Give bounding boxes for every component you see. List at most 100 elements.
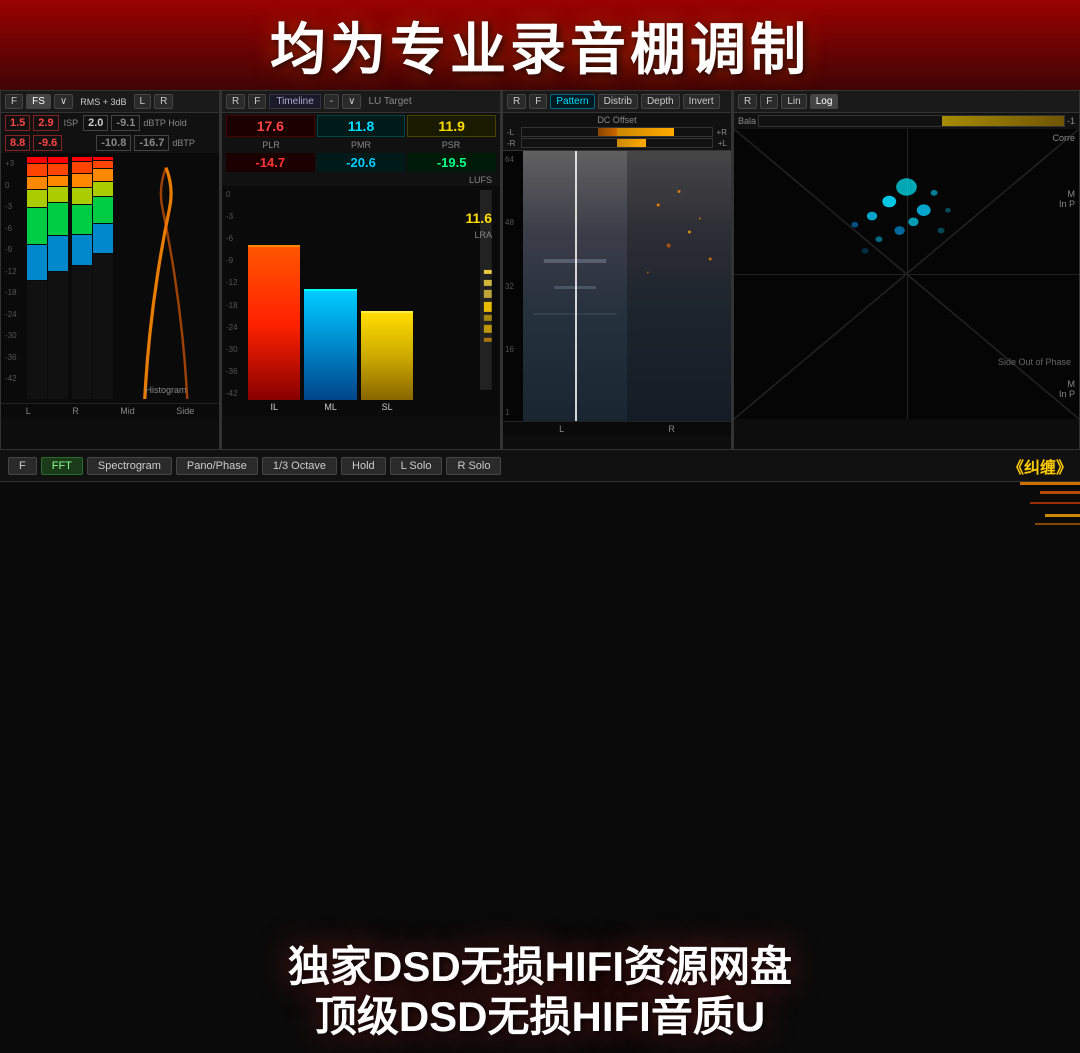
panel2-header: R F Timeline - ∨ LU Target (222, 91, 500, 113)
lra-label: LRA (474, 230, 492, 240)
panel3-pattern[interactable]: Pattern (550, 94, 594, 109)
panel4-btn-lin[interactable]: Lin (781, 94, 806, 109)
val-20: 2.0 (83, 115, 108, 131)
panel1-dropdown[interactable]: ∨ (54, 94, 73, 109)
dc-plus-l: +L (715, 139, 727, 148)
sl-bar-container: SL (361, 190, 413, 412)
bottom-btn-r-solo[interactable]: R Solo (446, 457, 501, 475)
histogram-area: Histogram (117, 157, 215, 399)
scale-p3: +3 (5, 159, 27, 168)
spec-label-r: R (668, 424, 675, 434)
panel-phase: R F Lin Log Bala -1 (733, 90, 1080, 450)
lu-target: LU Target (368, 96, 411, 107)
lufs-val-neg195: -19.5 (407, 153, 496, 172)
sl-bar (361, 311, 413, 400)
promo-line2: 顶级DSD无损HIFI音质U (315, 992, 765, 1042)
ml-label: ML (304, 400, 356, 412)
spectrum-r-col (627, 151, 731, 421)
bottom-btn-octave[interactable]: 1/3 Octave (262, 457, 337, 475)
bottom-btn-l-solo[interactable]: L Solo (390, 457, 443, 475)
panel2-btn-f[interactable]: F (248, 94, 266, 109)
timeline-label: Timeline (269, 94, 320, 109)
scale-n12: -12 (5, 267, 27, 276)
label-mid: Mid (120, 406, 135, 416)
panel2-btn-r[interactable]: R (226, 94, 245, 109)
lufs-val-neg147: -14.7 (226, 153, 315, 172)
bottom-btn-pano-phase[interactable]: Pano/Phase (176, 457, 258, 475)
lufs-unit: LUFS (222, 174, 500, 186)
panel3-btn-r[interactable]: R (507, 94, 526, 109)
panel4-btn-r[interactable]: R (738, 94, 757, 109)
lu-val-118: 11.8 (317, 115, 406, 137)
val-29: 2.9 (33, 115, 58, 131)
bottom-toolbar: F FFT Spectrogram Pano/Phase 1/3 Octave … (0, 450, 1080, 482)
bottom-btn-fft[interactable]: FFT (41, 457, 83, 475)
dc-offset-label: DC Offset (507, 115, 727, 125)
panel1-header: F FS ∨ RMS + 3dB L R (1, 91, 219, 113)
val-88: 8.8 (5, 135, 30, 151)
panel4-btn-log[interactable]: Log (810, 94, 839, 109)
panel2-dropdown[interactable]: ∨ (342, 94, 361, 109)
m-label: M In P (1059, 189, 1075, 209)
psr-label: PSR (406, 140, 496, 150)
panel-loudness-meter: R F Timeline - ∨ LU Target 17.6 11.8 11.… (221, 90, 501, 450)
panel4-btn-f[interactable]: F (760, 94, 778, 109)
val-neg167: -16.7 (134, 135, 169, 151)
side-oop-label: Side Out of Phase (998, 356, 1071, 369)
loudness-histogram: 11.6 LRA (417, 190, 496, 412)
corre-label: Corre (1052, 133, 1075, 143)
panel4-header: R F Lin Log (734, 91, 1079, 113)
position-marker (575, 151, 577, 421)
top-title-bar: 均为专业录音棚调制 (0, 0, 1080, 90)
scale-n42: -42 (5, 374, 27, 383)
panel3-header: R F Pattern Distrib Depth Invert (503, 91, 731, 113)
sl-label: SL (361, 400, 413, 412)
spectrum-display: 64 48 32 16 1 (503, 151, 731, 421)
label-side: Side (176, 406, 194, 416)
il-bar-container: IL (248, 190, 300, 412)
scale-n36: -36 (5, 353, 27, 362)
dbtp-label: dBTP (172, 138, 195, 148)
lufs-val-neg206: -20.6 (317, 153, 406, 172)
scale-n6: -6 (5, 224, 27, 233)
scale-n24: -24 (5, 310, 27, 319)
val-neg108: -10.8 (96, 135, 131, 151)
panel1-btn-l[interactable]: L (134, 94, 152, 109)
scale-n30: -30 (5, 331, 27, 340)
panel2-minus[interactable]: - (324, 94, 339, 109)
val-neg91: -9.1 (111, 115, 140, 131)
scale-n3: -3 (5, 202, 27, 211)
bottom-btn-f[interactable]: F (8, 457, 37, 475)
bottom-btn-spectrogram[interactable]: Spectrogram (87, 457, 172, 475)
label-r: R (72, 406, 79, 416)
dc-left-label: -L (507, 128, 519, 137)
analyzer-section: F FS ∨ RMS + 3dB L R 1.5 2.9 ISP 2.0 -9.… (0, 90, 1080, 450)
spectrum-l-col (523, 151, 627, 421)
dbtp-hold-label: dBTP Hold (143, 118, 186, 128)
panel3-distrib[interactable]: Distrib (598, 94, 638, 109)
val-neg96: -9.6 (33, 135, 62, 151)
bala-label: Bala (738, 116, 756, 126)
ml-bar-container: ML (304, 190, 356, 412)
panel1-btn-f[interactable]: F (5, 94, 23, 109)
promo-overlay: 独家DSD无损HIFI资源网盘 顶级DSD无损HIFI音质U (0, 932, 1080, 1053)
ml-bar (304, 289, 356, 400)
bottom-btn-hold[interactable]: Hold (341, 457, 386, 475)
main-title: 均为专业录音棚调制 (270, 5, 810, 86)
rms-label: RMS + 3dB (76, 97, 130, 107)
panel-spectrum: R F Pattern Distrib Depth Invert DC Offs… (502, 90, 732, 450)
lu-val-119: 11.9 (407, 115, 496, 137)
panel3-depth[interactable]: Depth (641, 94, 680, 109)
isp-label: ISP (62, 118, 81, 128)
lu-val-176: 17.6 (226, 115, 315, 137)
panel1-btn-r[interactable]: R (154, 94, 173, 109)
scale-n18: -18 (5, 288, 27, 297)
neg1-label: -1 (1067, 116, 1075, 126)
panel1-btn-fs[interactable]: FS (26, 94, 51, 109)
panel3-btn-f[interactable]: F (529, 94, 547, 109)
m-label2: M In P (1059, 379, 1075, 399)
spec-label-l: L (559, 424, 564, 434)
orange-bars-right (1000, 482, 1080, 533)
scale-n9: -9 (5, 245, 27, 254)
panel3-invert[interactable]: Invert (683, 94, 720, 109)
